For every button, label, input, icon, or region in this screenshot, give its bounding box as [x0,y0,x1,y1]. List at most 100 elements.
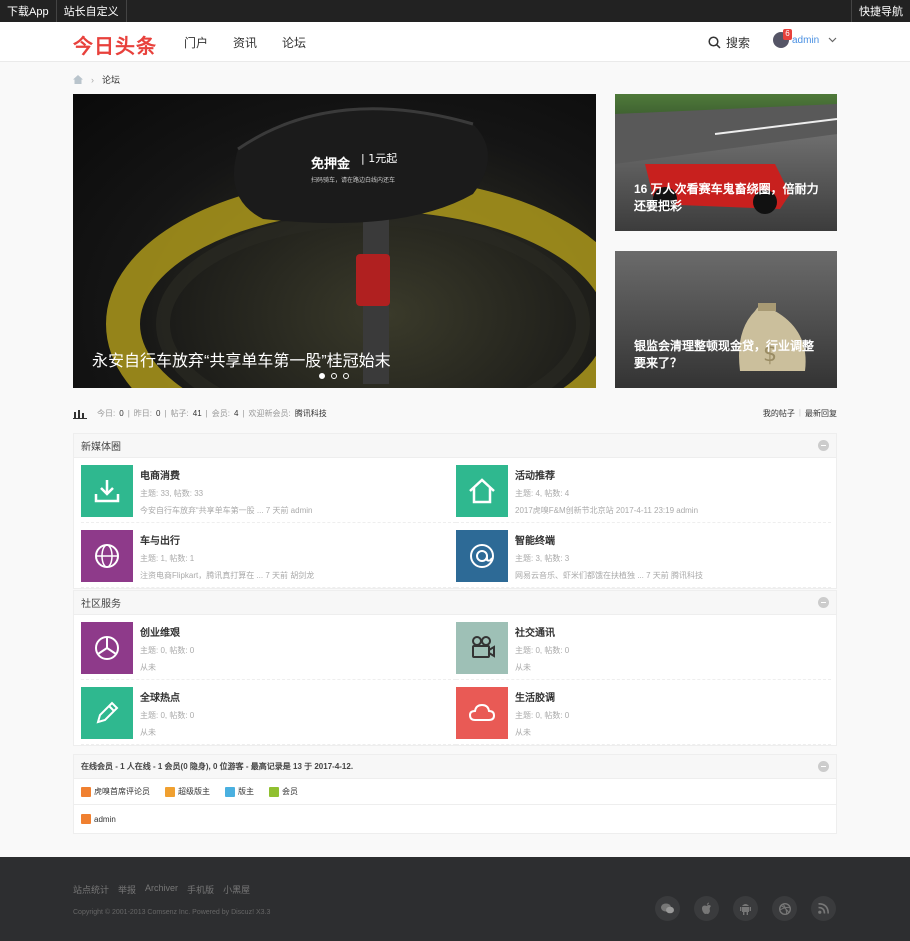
forum-meta: 主题: 4, 帖数: 4 [515,489,570,498]
forum-last-post[interactable]: 网易云音乐、虾米们都饿在扶植独 ... 7 天前 腾讯科技 [515,570,703,581]
footer-link-archiver[interactable]: Archiver [145,883,178,896]
footer-link-stats[interactable]: 站点统计 [73,883,109,896]
category-panel-service: 社区服务 创业维艰 主题: 0, 帖数: 0 从未 社交通讯 主题: 0, 帖数… [73,590,837,746]
category-title[interactable]: 新媒体圈 [81,438,121,453]
pencil-icon [96,701,119,724]
forum-last-post: 从未 [515,728,531,737]
apple-button[interactable] [694,896,719,921]
slide-dot-2[interactable] [331,373,337,379]
forum-item[interactable]: 活动推荐 主题: 4, 帖数: 4 2017虎嗅F&M创新节北京站 2017-4… [456,458,831,523]
stats-divider: | [164,409,167,418]
forum-name[interactable]: 全球热点 [140,689,194,704]
online-summary[interactable]: 在线会员 - 1 人在线 - 1 会员(0 隐身), 0 位游客 - 最高记录是… [81,761,353,772]
dribbble-button[interactable] [772,896,797,921]
headline-slider[interactable]: 免押金 | 1元起 扫码骑车，请在路边白线内还车 永安自行车放弃“共享单车第一股… [73,94,596,388]
rss-button[interactable] [811,896,836,921]
footer-link-mobile[interactable]: 手机版 [187,883,214,896]
forum-meta: 主题: 1, 帖数: 1 [140,554,195,563]
forum-icon-box [456,465,508,517]
forum-item[interactable]: 社交通讯 主题: 0, 帖数: 0 从未 [456,615,831,680]
collapse-icon[interactable] [818,440,829,451]
today-label: 今日: [97,409,116,418]
user-menu[interactable]: 6 admin [773,29,837,48]
forum-name[interactable]: 创业维艰 [140,624,194,639]
legend-label: 版主 [238,787,254,796]
members-count: 4 [233,409,239,418]
wechat-button[interactable] [655,896,680,921]
latest-replies-link[interactable]: 最新回复 [805,408,837,419]
forum-name[interactable]: 车与出行 [140,532,314,547]
site-footer: 站点统计 举报 Archiver 手机版 小黑屋 Copyright © 200… [0,857,910,941]
top-bar: 下载App 站长自定义 快捷导航 [0,0,910,22]
forum-item[interactable]: 车与出行 主题: 1, 帖数: 1 注资电商Flipkart，腾讯真打算在 ..… [81,523,456,588]
forum-item[interactable]: 创业维艰 主题: 0, 帖数: 0 从未 [81,615,456,680]
stats-divider: | [205,409,208,418]
footer-link-report[interactable]: 举报 [118,883,136,896]
stats-divider: | [242,409,245,418]
forum-icon-box [456,622,508,674]
my-posts-link[interactable]: 我的帖子 [763,408,795,419]
forum-last-post[interactable]: 2017虎嗅F&M创新节北京站 2017-4-11 23:19 admin [515,505,698,516]
forum-name[interactable]: 生活胶调 [515,689,569,704]
slide-dot-3[interactable] [343,373,349,379]
forum-last-post[interactable]: 注资电商Flipkart，腾讯真打算在 ... 7 天前 胡剑龙 [140,570,314,581]
forum-item[interactable]: 电商消费 主题: 33, 帖数: 33 今安自行车放弃“共享单车第一股 ... … [81,458,456,523]
collapse-icon[interactable] [818,597,829,608]
category-title[interactable]: 社区服务 [81,595,121,610]
today-count: 0 [119,409,124,418]
forum-last-post: 从未 [140,663,156,672]
slide-title[interactable]: 永安自行车放弃“共享单车第一股”桂冠始末 [92,347,391,371]
side-news-card-2[interactable]: $ 银监会清理整顿现金贷，行业调整要来了？ [615,251,837,388]
category-panel-media: 新媒体圈 电商消费 主题: 33, 帖数: 33 今安自行车放弃“共享单车第一股… [73,433,837,589]
forum-icon-box [81,622,133,674]
download-app-link[interactable]: 下载App [0,0,57,22]
stats-divider: | [798,408,801,417]
at-icon [470,544,494,568]
forum-meta: 主题: 33, 帖数: 33 [140,489,204,498]
search-button[interactable]: 搜索 [708,34,750,51]
forum-icon-box [456,530,508,582]
footer-links: 站点统计 举报 Archiver 手机版 小黑屋 [73,883,250,896]
forum-item[interactable]: 全球热点 主题: 0, 帖数: 0 从未 [81,680,456,745]
forum-name[interactable]: 社交通讯 [515,624,569,639]
category-header: 社区服务 [74,591,836,615]
footer-link-blacklist[interactable]: 小黑屋 [223,883,250,896]
forum-name[interactable]: 活动推荐 [515,467,698,482]
side-news-card-1[interactable]: 16 万人次看赛车鬼畜绕圈，倍耐力还要把彩 [615,94,837,231]
nav-portal[interactable]: 门户 [184,34,208,51]
svg-text:免押金: 免押金 [311,156,351,172]
forum-item[interactable]: 生活胶调 主题: 0, 帖数: 0 从未 [456,680,831,745]
forum-name[interactable]: 智能终端 [515,532,703,547]
nav-news[interactable]: 资讯 [233,34,257,51]
posts-count: 41 [192,409,202,418]
dribbble-icon [778,902,791,915]
user-icon [81,814,91,824]
forum-stats: 今日: 0 | 昨日: 0 | 帖子: 41 | 会员: 4 | 欢迎新会员: 腾讯科技 … [73,408,837,419]
svg-text:扫码骑车，请在路边白线内还车: 扫码骑车，请在路边白线内还车 [311,176,395,184]
forum-icon-box [81,687,133,739]
forum-last-post[interactable]: 今安自行车放弃“共享单车第一股 ... 7 天前 admin [140,505,312,516]
legend-label: 虎嗅首席评论员 [94,787,150,796]
wechat-icon [661,903,674,914]
user-icon [165,786,175,797]
stats-divider: | [127,409,130,418]
quick-nav-link[interactable]: 快捷导航 [851,0,910,22]
site-logo[interactable]: 今日头条 [73,30,157,59]
nav-forum[interactable]: 论坛 [282,34,306,51]
android-button[interactable] [733,896,758,921]
breadcrumb-separator: › [91,74,94,85]
rss-icon [818,903,829,914]
forum-meta: 主题: 3, 帖数: 3 [515,554,570,563]
forum-name[interactable]: 电商消费 [140,467,312,482]
user-icon [269,786,279,797]
forum-item[interactable]: 智能终端 主题: 3, 帖数: 3 网易云音乐、虾米们都饿在扶植独 ... 7 … [456,523,831,588]
home-icon[interactable] [73,75,83,84]
slide-dot-1[interactable] [319,373,325,379]
category-header: 新媒体圈 [74,434,836,458]
online-user-link[interactable]: admin [94,815,116,824]
android-icon [740,904,751,915]
breadcrumb-current[interactable]: 论坛 [102,73,120,86]
custom-link[interactable]: 站长自定义 [57,0,127,22]
newest-member-link[interactable]: 腾讯科技 [295,408,327,419]
collapse-icon[interactable] [818,761,829,772]
